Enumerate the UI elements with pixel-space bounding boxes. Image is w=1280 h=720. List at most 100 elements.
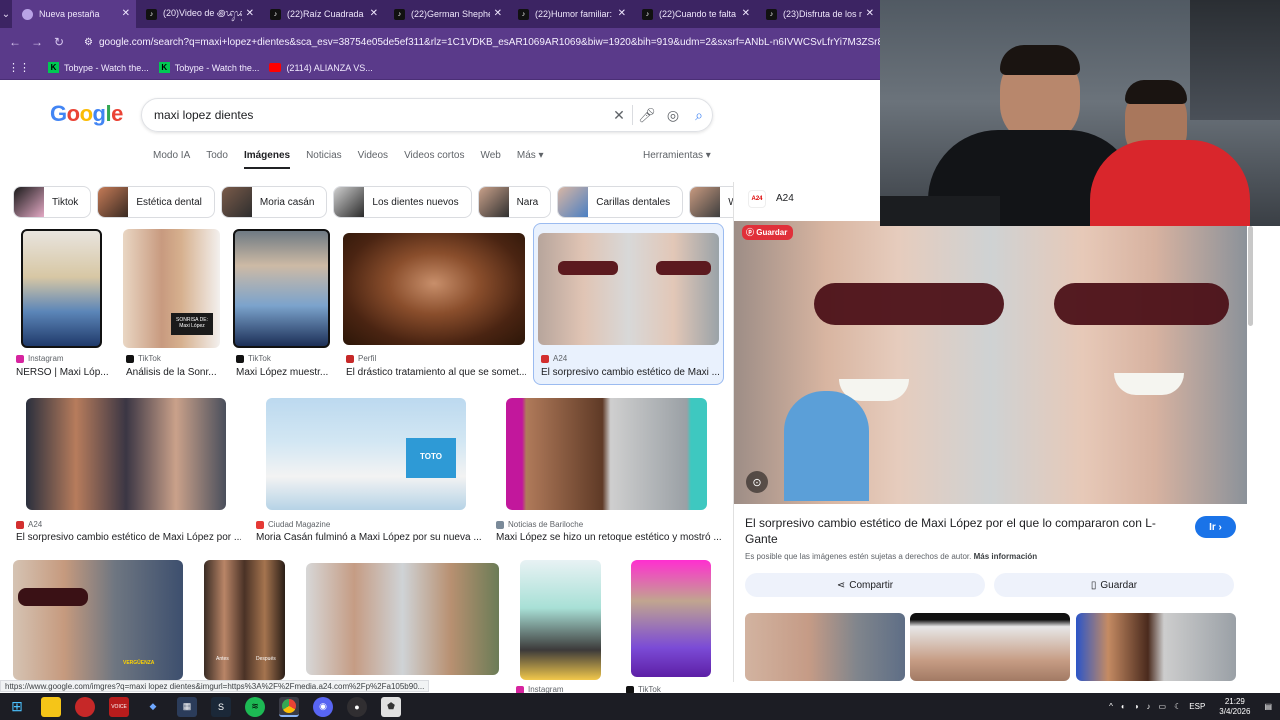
result-title[interactable]: Moria Casán fulminó a Maxi López por su … xyxy=(256,532,481,543)
related-image[interactable] xyxy=(745,613,905,681)
tray-app-icon[interactable]: ◐ xyxy=(1121,702,1126,711)
panel-title[interactable]: El sorpresivo cambio estético de Maxi Ló… xyxy=(745,515,1175,547)
discord-icon[interactable]: ◉ xyxy=(313,696,333,717)
browser-tab[interactable]: ♪ (20)Video de ꩜ᬤᬸᬤᬸ ✕ xyxy=(136,0,260,28)
start-icon[interactable]: ⊞ xyxy=(7,697,27,717)
filter-chip[interactable]: Tiktok xyxy=(13,186,92,218)
result-image[interactable] xyxy=(306,563,499,675)
save-button[interactable]: ▯ Guardar xyxy=(994,573,1234,597)
tray-app-icon[interactable]: ◑ xyxy=(1134,702,1139,711)
browser-tab[interactable]: Nueva pestaña ✕ xyxy=(12,0,136,28)
close-icon[interactable]: ✕ xyxy=(122,8,130,19)
close-icon[interactable]: ✕ xyxy=(494,8,502,19)
search-tab[interactable]: Modo IA xyxy=(153,150,190,169)
browser-tab[interactable]: ♪ (22)Raíz Cuadrada en ✕ xyxy=(260,0,384,28)
network-icon[interactable]: ▭ xyxy=(1159,702,1167,711)
browser-tab[interactable]: ♪ (22)Humor familiar: V ✕ xyxy=(508,0,632,28)
result-title[interactable]: Maxi López muestr... xyxy=(236,367,338,378)
mic-icon[interactable]: 🎤︎ xyxy=(634,107,660,124)
result-image[interactable] xyxy=(343,233,525,345)
panel-scrollbar[interactable] xyxy=(1248,226,1253,326)
clear-icon[interactable]: ✕ xyxy=(606,107,632,124)
app-icon-shield[interactable]: ⬟ xyxy=(381,696,401,717)
result-image[interactable] xyxy=(21,229,102,348)
close-icon[interactable]: ✕ xyxy=(246,8,254,19)
close-icon[interactable]: ✕ xyxy=(370,8,378,19)
result-image[interactable] xyxy=(631,560,711,677)
app-icon-diamond[interactable]: ◆ xyxy=(143,697,163,717)
result-image[interactable] xyxy=(26,398,226,510)
result-title[interactable]: NERSO | Maxi Lóp... xyxy=(16,367,118,378)
search-tab[interactable]: Imágenes xyxy=(243,150,291,169)
volume-icon[interactable]: ♪ xyxy=(1147,702,1151,711)
lens-search-icon[interactable]: ⊙ xyxy=(746,471,768,493)
browser-tab[interactable]: ♪ (22)Cuando te falta e ✕ xyxy=(632,0,756,28)
notification-icon[interactable]: ▤ xyxy=(1264,702,1272,711)
related-image[interactable] xyxy=(910,613,1070,681)
preview-image[interactable]: ⓟ Guardar ⊙ xyxy=(734,221,1247,504)
forward-icon[interactable]: → xyxy=(26,35,48,49)
result-title[interactable]: Maxi López se hizo un retoque estético y… xyxy=(496,532,721,543)
close-icon[interactable]: ✕ xyxy=(618,8,626,19)
more-info-link[interactable]: Más información xyxy=(974,552,1038,561)
visit-button[interactable]: Ir › xyxy=(1195,516,1236,538)
search-tab[interactable]: Todo xyxy=(206,150,228,169)
apps-icon[interactable]: ⋮⋮ xyxy=(8,61,30,74)
result-image[interactable]: VERGÜENZA xyxy=(13,560,183,680)
search-icon[interactable]: ⌕ xyxy=(686,107,712,124)
result-image[interactable]: TOTO xyxy=(266,398,466,510)
lens-icon[interactable]: ◎ xyxy=(660,107,686,124)
clock[interactable]: 21:29 3/4/2026 xyxy=(1219,697,1250,717)
filter-chip[interactable]: Wand xyxy=(689,186,733,218)
result-title[interactable]: El drástico tratamiento al que se somet.… xyxy=(346,367,526,378)
result-title[interactable]: El sorpresivo cambio estético de Maxi ..… xyxy=(541,367,719,378)
reload-icon[interactable]: ↻ xyxy=(48,35,70,49)
pinterest-save-badge[interactable]: ⓟ Guardar xyxy=(742,225,794,240)
language-indicator[interactable]: ESP xyxy=(1189,702,1205,711)
result-image[interactable] xyxy=(520,560,601,680)
url-input[interactable]: ⚙ google.com/search?q=maxi+lopez+dientes&… xyxy=(76,31,880,53)
share-button[interactable]: ⋖ Compartir xyxy=(745,573,985,597)
result-title[interactable]: El sorpresivo cambio estético de Maxi Ló… xyxy=(16,532,241,543)
bookmark-item[interactable]: K Tobype - Watch the... xyxy=(48,62,149,73)
site-info-icon[interactable]: ⚙ xyxy=(84,37,93,48)
search-box[interactable]: maxi lopez dientes ✕ 🎤︎ ◎ ⌕ xyxy=(141,98,713,132)
browser-tab[interactable]: ♪ (22)German Shepher ✕ xyxy=(384,0,508,28)
close-icon[interactable]: ✕ xyxy=(866,8,874,19)
bookmark-item[interactable]: K Tobype - Watch the... xyxy=(158,62,259,73)
app-icon-red[interactable] xyxy=(75,696,95,717)
tools-button[interactable]: Herramientas ▾ xyxy=(643,150,711,161)
result-title[interactable]: Análisis de la Sonr... xyxy=(126,367,228,378)
tab-search-button[interactable]: ⌄ xyxy=(0,0,12,28)
steam-icon[interactable]: S xyxy=(211,696,231,717)
filter-chip[interactable]: Nara xyxy=(477,186,552,218)
result-image[interactable] xyxy=(506,398,707,510)
result-image[interactable]: SONRISA DE: Maxi López xyxy=(123,229,220,348)
back-icon[interactable]: ← xyxy=(4,35,26,49)
result-image[interactable]: Antes Después xyxy=(204,560,285,680)
result-image[interactable] xyxy=(538,233,719,345)
search-input[interactable]: maxi lopez dientes xyxy=(154,108,606,122)
tray-chevron-icon[interactable]: ^ xyxy=(1109,702,1113,711)
filter-chip[interactable]: Los dientes nuevos xyxy=(333,186,472,218)
panel-source[interactable]: A24 xyxy=(776,193,794,204)
app-icon-news[interactable]: VOICE xyxy=(109,696,129,717)
result-image[interactable] xyxy=(233,229,330,348)
app-icon-editor[interactable]: ▦ xyxy=(177,696,197,717)
related-image[interactable] xyxy=(1076,613,1236,681)
google-logo[interactable]: Google xyxy=(50,101,123,127)
chrome-icon[interactable] xyxy=(279,696,299,717)
close-icon[interactable]: ✕ xyxy=(742,8,750,19)
bookmark-item[interactable]: (2114) ALIANZA VS... xyxy=(269,63,373,73)
search-tab[interactable]: Web xyxy=(480,150,500,169)
file-explorer-icon[interactable] xyxy=(41,696,61,717)
filter-chip[interactable]: Estética dental xyxy=(97,186,215,218)
search-tab[interactable]: Videos cortos xyxy=(404,150,464,169)
tray-app-icon[interactable]: ☾ xyxy=(1174,702,1181,711)
obs-icon[interactable]: ● xyxy=(347,696,367,717)
filter-chip[interactable]: Moria casán xyxy=(220,186,328,218)
search-tab[interactable]: Noticias xyxy=(306,150,342,169)
spotify-icon[interactable]: ≋ xyxy=(245,696,265,717)
search-tab[interactable]: Más ▾ xyxy=(517,150,544,169)
search-tab[interactable]: Videos xyxy=(358,150,388,169)
